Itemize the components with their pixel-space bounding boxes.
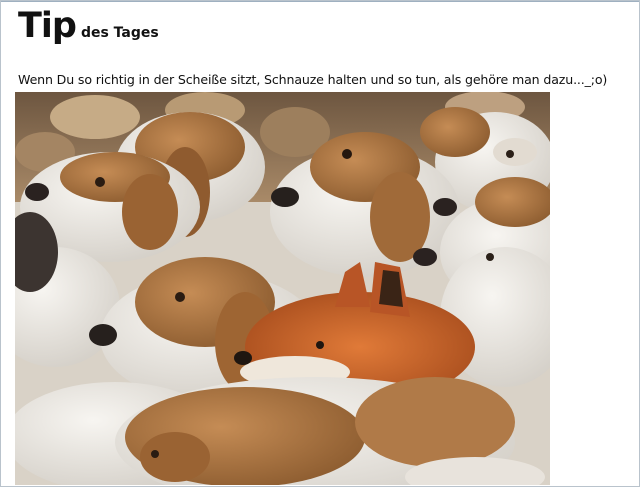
hound-bottom [15, 377, 545, 485]
tip-heading: Tip des Tages [18, 6, 159, 46]
tip-caption: Wenn Du so richtig in der Scheiße sitzt,… [18, 72, 608, 87]
tip-subtitle: des Tages [80, 25, 159, 41]
tip-title: Tip [18, 6, 77, 46]
photo-fox-among-hounds [15, 92, 550, 485]
